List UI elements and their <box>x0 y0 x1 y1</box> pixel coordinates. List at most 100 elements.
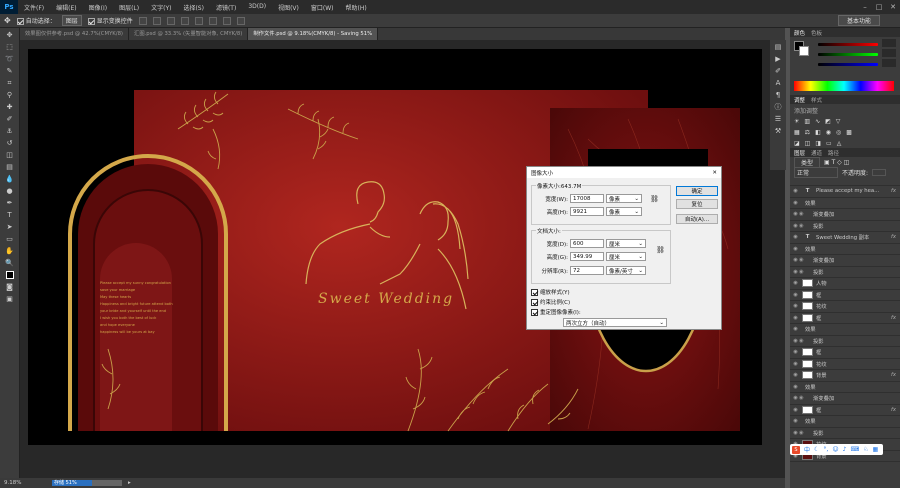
tab-channels[interactable]: 通道 <box>811 149 822 157</box>
history-brush-icon[interactable]: ↺ <box>3 138 17 148</box>
menu-item-7[interactable]: 3D(D) <box>242 3 272 12</box>
fx-icon[interactable]: fx <box>891 407 896 413</box>
width-input[interactable]: 17008 <box>570 194 604 203</box>
distribute-icon[interactable] <box>222 16 231 25</box>
healing-brush-icon[interactable]: ✚ <box>3 102 17 112</box>
brush-panel-icon[interactable]: ✐ <box>771 66 785 76</box>
tab-huitu[interactable]: 汇图.psd @ 33.3% (矢量智能对象, CMYK/8) <box>129 28 249 40</box>
screen-mode-icon[interactable]: ▣ <box>3 294 17 304</box>
lookup-icon[interactable]: ▩ <box>846 129 852 136</box>
layer-row[interactable]: ◉ 效果 <box>790 416 900 428</box>
clone-stamp-icon[interactable]: ⚓ <box>3 126 17 136</box>
menu-item-3[interactable]: 图层(L) <box>113 3 145 12</box>
layer-row[interactable]: ◉ 人物 <box>790 278 900 290</box>
layer-row[interactable]: ◉ ◉ 投影 <box>790 221 900 232</box>
visibility-eye-icon[interactable]: ◉ <box>792 407 799 413</box>
doc-width-input[interactable]: 600 <box>570 239 604 248</box>
tab-styles[interactable]: 样式 <box>811 96 822 104</box>
distribute-h-icon[interactable] <box>236 16 245 25</box>
color-sliders[interactable] <box>818 43 878 66</box>
tab-layers[interactable]: 图层 <box>794 149 805 157</box>
visibility-eye-icon[interactable]: ◉ <box>792 246 799 252</box>
actions-panel-icon[interactable]: ▶ <box>771 54 785 64</box>
gradient-map-icon[interactable]: ▭ <box>826 140 832 147</box>
visibility-eye-icon[interactable]: ◉ <box>792 315 799 321</box>
layer-row[interactable]: ◉ 框 fx <box>790 405 900 416</box>
paragraph-panel-icon[interactable]: ¶ <box>771 90 785 100</box>
visibility-eye-icon[interactable]: ◉ <box>792 257 799 263</box>
constrain-proportions-checkbox[interactable]: 约束比例(C) <box>531 298 570 306</box>
fx-icon[interactable]: fx <box>891 315 896 321</box>
visibility-eye-icon[interactable]: ◉ <box>792 338 799 344</box>
menu-item-2[interactable]: 图像(I) <box>83 3 113 12</box>
auto-select-checkbox[interactable]: 自动选择： <box>16 16 56 25</box>
layer-row[interactable]: ◉ ◉ 渐变叠加 <box>790 209 900 221</box>
opacity-input[interactable] <box>872 169 887 176</box>
invert-icon[interactable]: ◪ <box>794 140 800 147</box>
blend-mode-select[interactable]: 正常 <box>794 167 838 178</box>
layer-row[interactable]: ◉ 框 <box>790 290 900 301</box>
menu-item-4[interactable]: 文字(Y) <box>145 3 177 12</box>
layer-row[interactable]: ◉ T Please accept my hea... fx <box>790 186 900 198</box>
close-icon[interactable]: ✕ <box>886 3 900 11</box>
brightness-icon[interactable]: ☀ <box>794 118 799 125</box>
blur-tool-icon[interactable]: 💧 <box>3 174 17 184</box>
fx-icon[interactable]: fx <box>891 188 896 194</box>
layer-row[interactable]: ◉ T Sweet Wedding 副本 fx <box>790 232 900 244</box>
gradient-tool-icon[interactable]: ▤ <box>3 162 17 172</box>
status-arrow-icon[interactable]: ▸ <box>128 480 131 486</box>
close-icon[interactable]: ✕ <box>712 170 717 176</box>
quick-select-icon[interactable]: ✎ <box>3 66 17 76</box>
color-spectrum[interactable] <box>794 81 894 91</box>
posterize-icon[interactable]: ◫ <box>805 140 811 147</box>
resample-method-select[interactable]: 两次立方（自动） ⌄ <box>563 318 667 327</box>
menu-item-9[interactable]: 窗口(W) <box>305 3 340 12</box>
layer-row[interactable]: ◉ 效果 <box>790 244 900 255</box>
doc-height-input[interactable]: 349.99 <box>570 252 604 261</box>
character-panel-icon[interactable]: A <box>771 78 785 88</box>
fx-icon[interactable]: fx <box>891 372 896 378</box>
vibrance-icon[interactable]: ▽ <box>836 118 841 125</box>
visibility-eye-icon[interactable]: ◉ <box>792 349 799 355</box>
layer-row[interactable]: ◉ 效果 <box>790 324 900 336</box>
visibility-eye-icon[interactable]: ◉ <box>792 395 799 401</box>
visibility-eye-icon[interactable]: ◉ <box>792 234 799 240</box>
layer-row[interactable]: ◉ ◉ 投影 <box>790 267 900 278</box>
menu-item-8[interactable]: 视图(V) <box>272 3 305 12</box>
layer-row[interactable]: ◉ 背景 fx <box>790 370 900 382</box>
quick-mask-icon[interactable]: ◙ <box>3 282 17 292</box>
visibility-eye-icon[interactable]: ◉ <box>792 326 799 332</box>
tab-reference[interactable]: 效果图仅供参考.psd @ 42.7%(CMYK/8) <box>20 28 130 40</box>
bw-icon[interactable]: ◧ <box>815 129 821 136</box>
align-center-icon[interactable] <box>194 16 203 25</box>
resolution-input[interactable]: 72 <box>570 266 604 275</box>
tab-production[interactable]: 制作文件.psd @ 9.18%(CMYK/8) - Saving 51% <box>248 28 379 40</box>
height-input[interactable]: 9921 <box>570 207 604 216</box>
layer-row[interactable]: ◉ 框 fx <box>790 313 900 324</box>
ime-toolbar[interactable]: S 中 ☾ °, ☺ ♪ ⌨ ♘ ▦ <box>790 444 883 455</box>
brush-tool-icon[interactable]: ✐ <box>3 114 17 124</box>
marquee-tool-icon[interactable]: ⬚ <box>3 42 17 52</box>
menu-item-5[interactable]: 选择(S) <box>177 3 210 12</box>
minimize-icon[interactable]: – <box>858 3 872 11</box>
lasso-tool-icon[interactable]: ➰ <box>3 54 17 64</box>
align-top-icon[interactable] <box>138 16 147 25</box>
zoom-tool-icon[interactable]: 🔍 <box>3 258 17 268</box>
layer-row[interactable]: ◉ 框 <box>790 347 900 359</box>
visibility-eye-icon[interactable]: ◉ <box>792 418 799 424</box>
background-color[interactable] <box>799 46 809 56</box>
curves-icon[interactable]: ∿ <box>815 118 820 125</box>
hue-icon[interactable]: ▦ <box>794 129 800 136</box>
height-unit-select[interactable]: 像素 ⌄ <box>606 207 642 216</box>
threshold-icon[interactable]: ◨ <box>815 140 821 147</box>
workspace-switcher[interactable]: 基本功能 <box>837 15 880 26</box>
filter-kind[interactable]: 类型 <box>794 156 821 168</box>
ime-moon-icon[interactable]: ☾ <box>814 446 819 453</box>
auto-button[interactable]: 自动(A)... <box>676 214 718 224</box>
visibility-eye-icon[interactable]: ◉ <box>792 372 799 378</box>
info-panel-icon[interactable]: ⓘ <box>771 102 785 112</box>
visibility-eye-icon[interactable]: ◉ <box>792 292 799 298</box>
selective-color-icon[interactable]: ◬ <box>837 140 842 147</box>
crop-tool-icon[interactable]: ⌗ <box>3 78 17 88</box>
ime-smile-icon[interactable]: ☺ <box>832 446 838 453</box>
